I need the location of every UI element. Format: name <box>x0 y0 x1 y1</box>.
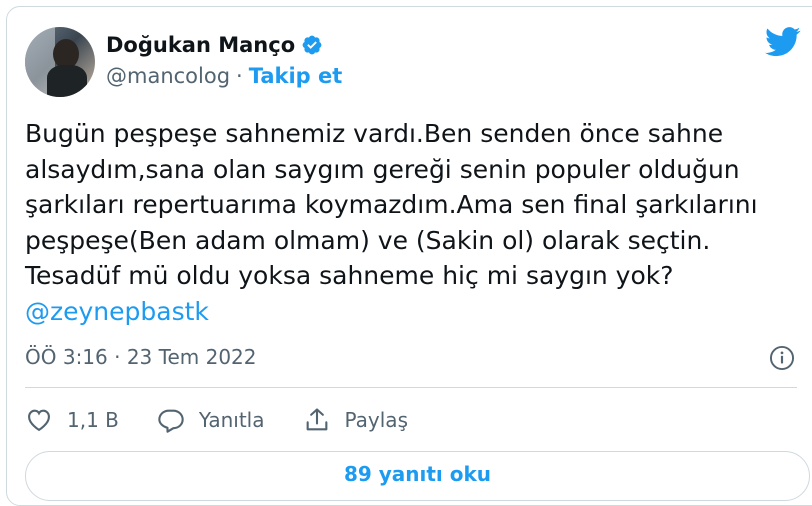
divider <box>25 387 797 388</box>
mention-link[interactable]: @zeynepbastk <box>25 297 209 326</box>
avatar[interactable] <box>25 27 95 97</box>
reply-label: Yanıtla <box>198 408 265 432</box>
share-button[interactable]: Paylaş <box>303 406 409 434</box>
share-label: Paylaş <box>344 408 409 432</box>
author-name-row[interactable]: Doğukan Manço <box>106 33 323 57</box>
action-bar: 1,1 B Yanıtla Paylaş <box>25 402 446 438</box>
reply-button[interactable]: Yanıtla <box>157 406 265 434</box>
twitter-bird-icon[interactable] <box>765 27 801 57</box>
author-handle[interactable]: @mancolog <box>106 64 230 88</box>
separator-dot: · <box>236 64 243 88</box>
share-icon <box>306 408 327 431</box>
author-name[interactable]: Doğukan Manço <box>106 33 295 57</box>
read-replies-button[interactable]: 89 yanıtı oku <box>25 451 810 501</box>
verified-badge-icon <box>302 35 322 55</box>
like-count: 1,1 B <box>67 408 119 432</box>
tweet-text: Bugün peşpeşe sahnemiz vardı.Ben senden … <box>25 116 795 329</box>
heart-icon <box>28 409 50 432</box>
info-icon[interactable] <box>769 345 795 371</box>
reply-bubble-icon <box>158 409 184 433</box>
handle-row: @mancolog · Takip et <box>106 64 342 88</box>
follow-link[interactable]: Takip et <box>249 64 343 88</box>
tweet-body: Bugün peşpeşe sahnemiz vardı.Ben senden … <box>25 119 766 290</box>
tweet-timestamp[interactable]: ÖÖ 3:16 · 23 Tem 2022 <box>25 345 257 369</box>
like-button[interactable]: 1,1 B <box>25 406 119 434</box>
